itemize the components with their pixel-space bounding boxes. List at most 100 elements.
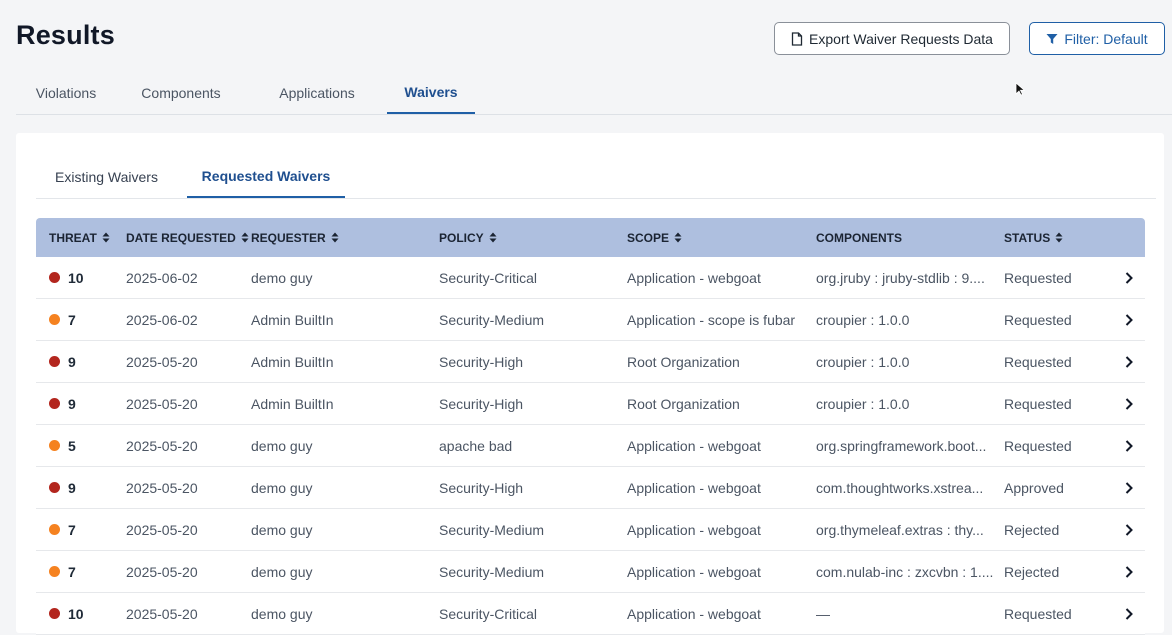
filter-button-label: Filter: Default xyxy=(1064,30,1148,47)
table-row[interactable]: 9 2025-05-20 Admin BuiltIn Security-High Roo… xyxy=(36,383,1145,425)
status-cell: Requested xyxy=(1004,311,1072,328)
date-requested-cell: 2025-05-20 xyxy=(126,479,198,496)
column-header-status[interactable]: STATUS xyxy=(1004,218,1063,257)
requester-cell: Admin BuiltIn xyxy=(251,353,334,370)
policy-cell: Security-Medium xyxy=(439,563,545,580)
sort-icon[interactable] xyxy=(674,232,682,243)
scope-cell: Application - scope is fubar xyxy=(627,311,796,328)
policy-cell: Security-High xyxy=(439,395,524,412)
sort-icon[interactable] xyxy=(1055,232,1063,243)
waiver-sub-tab-bar: Existing Waivers Requested Waivers xyxy=(36,155,1156,199)
threat-cell: 9 xyxy=(49,341,76,382)
tab-existing-waivers[interactable]: Existing Waivers xyxy=(36,155,177,198)
threat-level-dot-icon xyxy=(49,398,60,409)
threat-score: 9 xyxy=(68,479,76,496)
column-header-label: SCOPE xyxy=(627,230,670,245)
status-cell: Requested xyxy=(1004,353,1072,370)
threat-level-dot-icon xyxy=(49,566,60,577)
requester-cell: Admin BuiltIn xyxy=(251,311,334,328)
sort-icon[interactable] xyxy=(331,232,339,243)
tab-components[interactable]: Components xyxy=(126,72,236,114)
threat-score: 5 xyxy=(68,437,76,454)
chevron-right-icon[interactable] xyxy=(1125,383,1133,424)
chevron-right-icon[interactable] xyxy=(1125,467,1133,508)
threat-level-dot-icon xyxy=(49,272,60,283)
status-cell: Requested xyxy=(1004,395,1072,412)
requested-waivers-table: THREAT DATE REQUESTED REQUESTER POLICY SCOPE… xyxy=(36,218,1145,635)
column-header-policy[interactable]: POLICY xyxy=(439,218,497,257)
components-cell: org.jruby : jruby-stdlib : 9.... xyxy=(816,269,985,286)
threat-level-dot-icon xyxy=(49,440,60,451)
sort-icon[interactable] xyxy=(102,232,110,243)
threat-score: 9 xyxy=(68,353,76,370)
scope-cell: Application - webgoat xyxy=(627,269,761,286)
table-row[interactable]: 10 2025-05-20 demo guy Security-Critical App… xyxy=(36,593,1145,635)
policy-cell: Security-High xyxy=(439,479,524,496)
threat-score: 9 xyxy=(68,395,76,412)
table-row[interactable]: 10 2025-06-02 demo guy Security-Critical App… xyxy=(36,257,1145,299)
requester-cell: demo guy xyxy=(251,521,313,538)
table-row[interactable]: 7 2025-05-20 demo guy Security-Medium Applic… xyxy=(36,509,1145,551)
document-icon xyxy=(791,31,803,46)
column-header-requester[interactable]: REQUESTER xyxy=(251,218,339,257)
date-requested-cell: 2025-05-20 xyxy=(126,395,198,412)
threat-score: 10 xyxy=(68,605,84,622)
requester-cell: demo guy xyxy=(251,563,313,580)
scope-cell: Root Organization xyxy=(627,395,740,412)
threat-score: 7 xyxy=(68,311,76,328)
components-cell: com.nulab-inc : zxcvbn : 1.... xyxy=(816,563,994,580)
table-row[interactable]: 7 2025-06-02 Admin BuiltIn Security-Medium A… xyxy=(36,299,1145,341)
status-cell: Requested xyxy=(1004,437,1072,454)
filter-button[interactable]: Filter: Default xyxy=(1029,22,1165,55)
tab-requested-waivers[interactable]: Requested Waivers xyxy=(187,155,345,198)
requester-cell: demo guy xyxy=(251,479,313,496)
date-requested-cell: 2025-05-20 xyxy=(126,353,198,370)
column-header-label: COMPONENTS xyxy=(816,230,903,245)
policy-cell: apache bad xyxy=(439,437,513,454)
components-cell: com.thoughtworks.xstrea... xyxy=(816,479,984,496)
date-requested-cell: 2025-06-02 xyxy=(126,269,198,286)
tab-violations[interactable]: Violations xyxy=(16,72,116,114)
waivers-panel: Existing Waivers Requested Waivers THREA… xyxy=(16,133,1164,635)
requester-cell: demo guy xyxy=(251,269,313,286)
requester-cell: demo guy xyxy=(251,605,313,622)
export-button-label: Export Waiver Requests Data xyxy=(809,30,993,47)
chevron-right-icon[interactable] xyxy=(1125,551,1133,592)
table-body: 10 2025-06-02 demo guy Security-Critical App… xyxy=(36,257,1145,635)
requester-cell: Admin BuiltIn xyxy=(251,395,334,412)
tab-applications[interactable]: Applications xyxy=(263,72,371,114)
scope-cell: Application - webgoat xyxy=(627,563,761,580)
components-cell: org.springframework.boot... xyxy=(816,437,987,454)
tab-waivers[interactable]: Waivers xyxy=(387,72,475,114)
components-cell: org.thymeleaf.extras : thy... xyxy=(816,521,984,538)
sort-icon[interactable] xyxy=(241,232,249,243)
chevron-right-icon[interactable] xyxy=(1125,425,1133,466)
table-row[interactable]: 9 2025-05-20 demo guy Security-High Applicat… xyxy=(36,467,1145,509)
threat-level-dot-icon xyxy=(49,482,60,493)
table-row[interactable]: 9 2025-05-20 Admin BuiltIn Security-High Roo… xyxy=(36,341,1145,383)
components-cell: croupier : 1.0.0 xyxy=(816,395,910,412)
filter-icon xyxy=(1046,33,1058,45)
threat-cell: 10 xyxy=(49,257,84,298)
column-header-scope[interactable]: SCOPE xyxy=(627,218,682,257)
threat-cell: 10 xyxy=(49,593,84,634)
threat-cell: 9 xyxy=(49,467,76,508)
column-header-components: COMPONENTS xyxy=(816,218,902,257)
chevron-right-icon[interactable] xyxy=(1125,509,1133,550)
scope-cell: Application - webgoat xyxy=(627,437,761,454)
components-cell: croupier : 1.0.0 xyxy=(816,353,910,370)
column-header-threat[interactable]: THREAT xyxy=(49,218,110,257)
chevron-right-icon[interactable] xyxy=(1125,299,1133,340)
export-waiver-requests-button[interactable]: Export Waiver Requests Data xyxy=(774,22,1010,55)
chevron-right-icon[interactable] xyxy=(1125,257,1133,298)
components-cell: croupier : 1.0.0 xyxy=(816,311,910,328)
table-row[interactable]: 7 2025-05-20 demo guy Security-Medium Applic… xyxy=(36,551,1145,593)
chevron-right-icon[interactable] xyxy=(1125,341,1133,382)
column-header-date-requested[interactable]: DATE REQUESTED xyxy=(126,218,249,257)
policy-cell: Security-Medium xyxy=(439,311,545,328)
table-row[interactable]: 5 2025-05-20 demo guy apache bad Application… xyxy=(36,425,1145,467)
threat-score: 10 xyxy=(68,269,84,286)
chevron-right-icon[interactable] xyxy=(1125,593,1133,634)
sort-icon[interactable] xyxy=(489,232,497,243)
date-requested-cell: 2025-05-20 xyxy=(126,605,198,622)
